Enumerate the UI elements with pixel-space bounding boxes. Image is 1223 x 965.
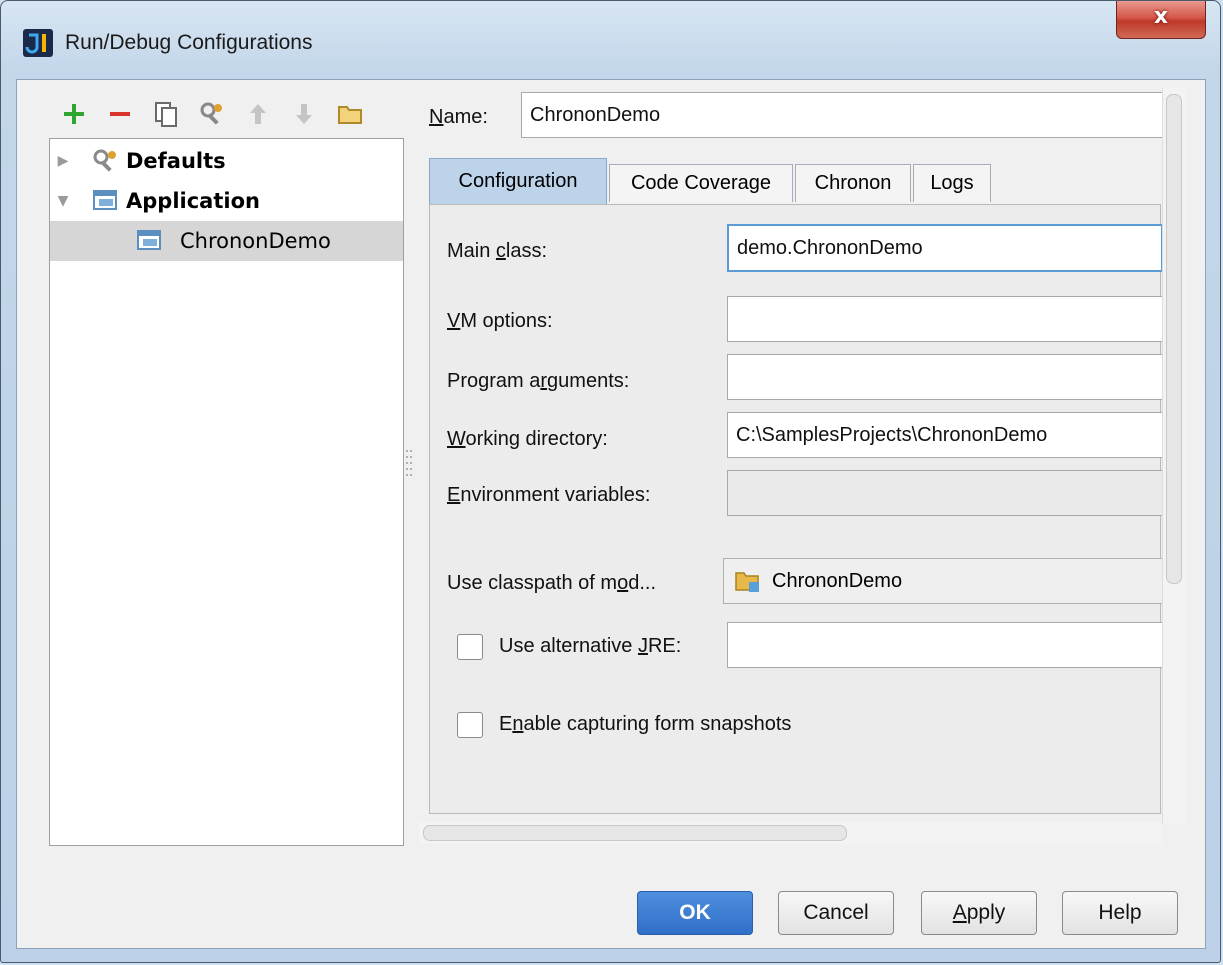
move-up-button[interactable] [239,96,277,132]
capture-snapshots-label[interactable]: Enable capturing form snapshots [499,713,791,736]
remove-icon [110,112,130,116]
tab-logs[interactable]: Logs [913,164,991,202]
tree-item-label: Defaults [126,149,226,173]
name-label: Name: [429,106,488,128]
title-bar[interactable]: Run/Debug Configurations x [1,1,1220,79]
splitter-handle[interactable] [405,448,413,482]
program-arguments-input[interactable] [727,354,1163,400]
alternative-jre-input[interactable] [727,622,1163,668]
tab-code-coverage[interactable]: Code Coverage [609,164,793,202]
config-toolbar [55,96,369,132]
combo-value: ChrononDemo [772,569,903,592]
tab-configuration[interactable]: Configuration [429,158,607,204]
dialog-client-area: ▶ Defaults ▼ Application ChrononDemo Nam… [16,79,1206,949]
folder-button[interactable] [331,96,369,132]
move-down-icon [296,104,312,124]
tree-item-defaults[interactable]: ▶ Defaults [50,141,403,181]
horizontal-scroll-thumb[interactable] [423,825,847,841]
help-button[interactable]: Help [1062,891,1178,935]
working-directory-input[interactable]: C:\SamplesProjects\ChrononDemo [727,412,1163,458]
vertical-scrollbar[interactable] [1162,88,1185,824]
add-button[interactable] [55,96,93,132]
copy-button[interactable] [147,96,185,132]
main-class-label: Main class: [447,240,548,262]
name-input[interactable]: ChrononDemo [521,92,1165,138]
main-class-input[interactable]: demo.ChrononDemo [727,224,1163,272]
close-button[interactable]: x [1116,1,1206,39]
defaults-wrench-icon [93,149,116,172]
vm-options-label: VM options: [447,310,553,332]
edit-defaults-button[interactable] [193,96,231,132]
tree-item-label: Application [126,189,260,213]
program-arguments-label: Program arguments: [447,370,630,392]
working-directory-label: Working directory: [447,428,608,450]
horizontal-scrollbar[interactable] [419,822,1162,844]
cancel-button[interactable]: Cancel [778,891,894,935]
environment-variables-input[interactable] [727,470,1163,516]
ok-button[interactable]: OK [637,891,753,935]
close-icon: x [1153,4,1169,29]
application-icon [93,190,117,210]
edit-defaults-icon [200,102,222,125]
copy-icon [155,102,177,127]
environment-variables-label: Environment variables: [447,484,651,506]
tree-item-chronondemo[interactable]: ChrononDemo [50,221,403,261]
window-title: Run/Debug Configurations [65,31,313,54]
vertical-scroll-thumb[interactable] [1166,94,1182,584]
configuration-tree[interactable]: ▶ Defaults ▼ Application ChrononDemo [49,138,404,846]
add-icon [64,104,84,124]
tab-chronon[interactable]: Chronon [795,164,911,202]
module-folder-icon [735,572,759,592]
intellij-app-icon [23,29,53,57]
dialog-window: Run/Debug Configurations x ▶ Defaults ▼ … [0,0,1221,963]
tree-item-application[interactable]: ▼ Application [50,181,403,221]
classpath-module-combo[interactable]: ChrononDemo [723,558,1163,604]
move-down-button[interactable] [285,96,323,132]
alternative-jre-checkbox[interactable] [457,634,483,660]
vm-options-input[interactable] [727,296,1163,342]
folder-icon [338,106,362,124]
apply-button[interactable]: Apply [921,891,1037,935]
remove-button[interactable] [101,96,139,132]
classpath-module-label: Use classpath of mod... [447,572,656,594]
expand-arrow-icon[interactable]: ▶ [50,153,76,169]
application-icon [137,230,161,250]
move-up-icon [250,104,266,124]
capture-snapshots-checkbox[interactable] [457,712,483,738]
alternative-jre-label[interactable]: Use alternative JRE: [499,635,681,658]
collapse-arrow-icon[interactable]: ▼ [50,193,76,209]
tree-item-label: ChrononDemo [180,229,331,253]
